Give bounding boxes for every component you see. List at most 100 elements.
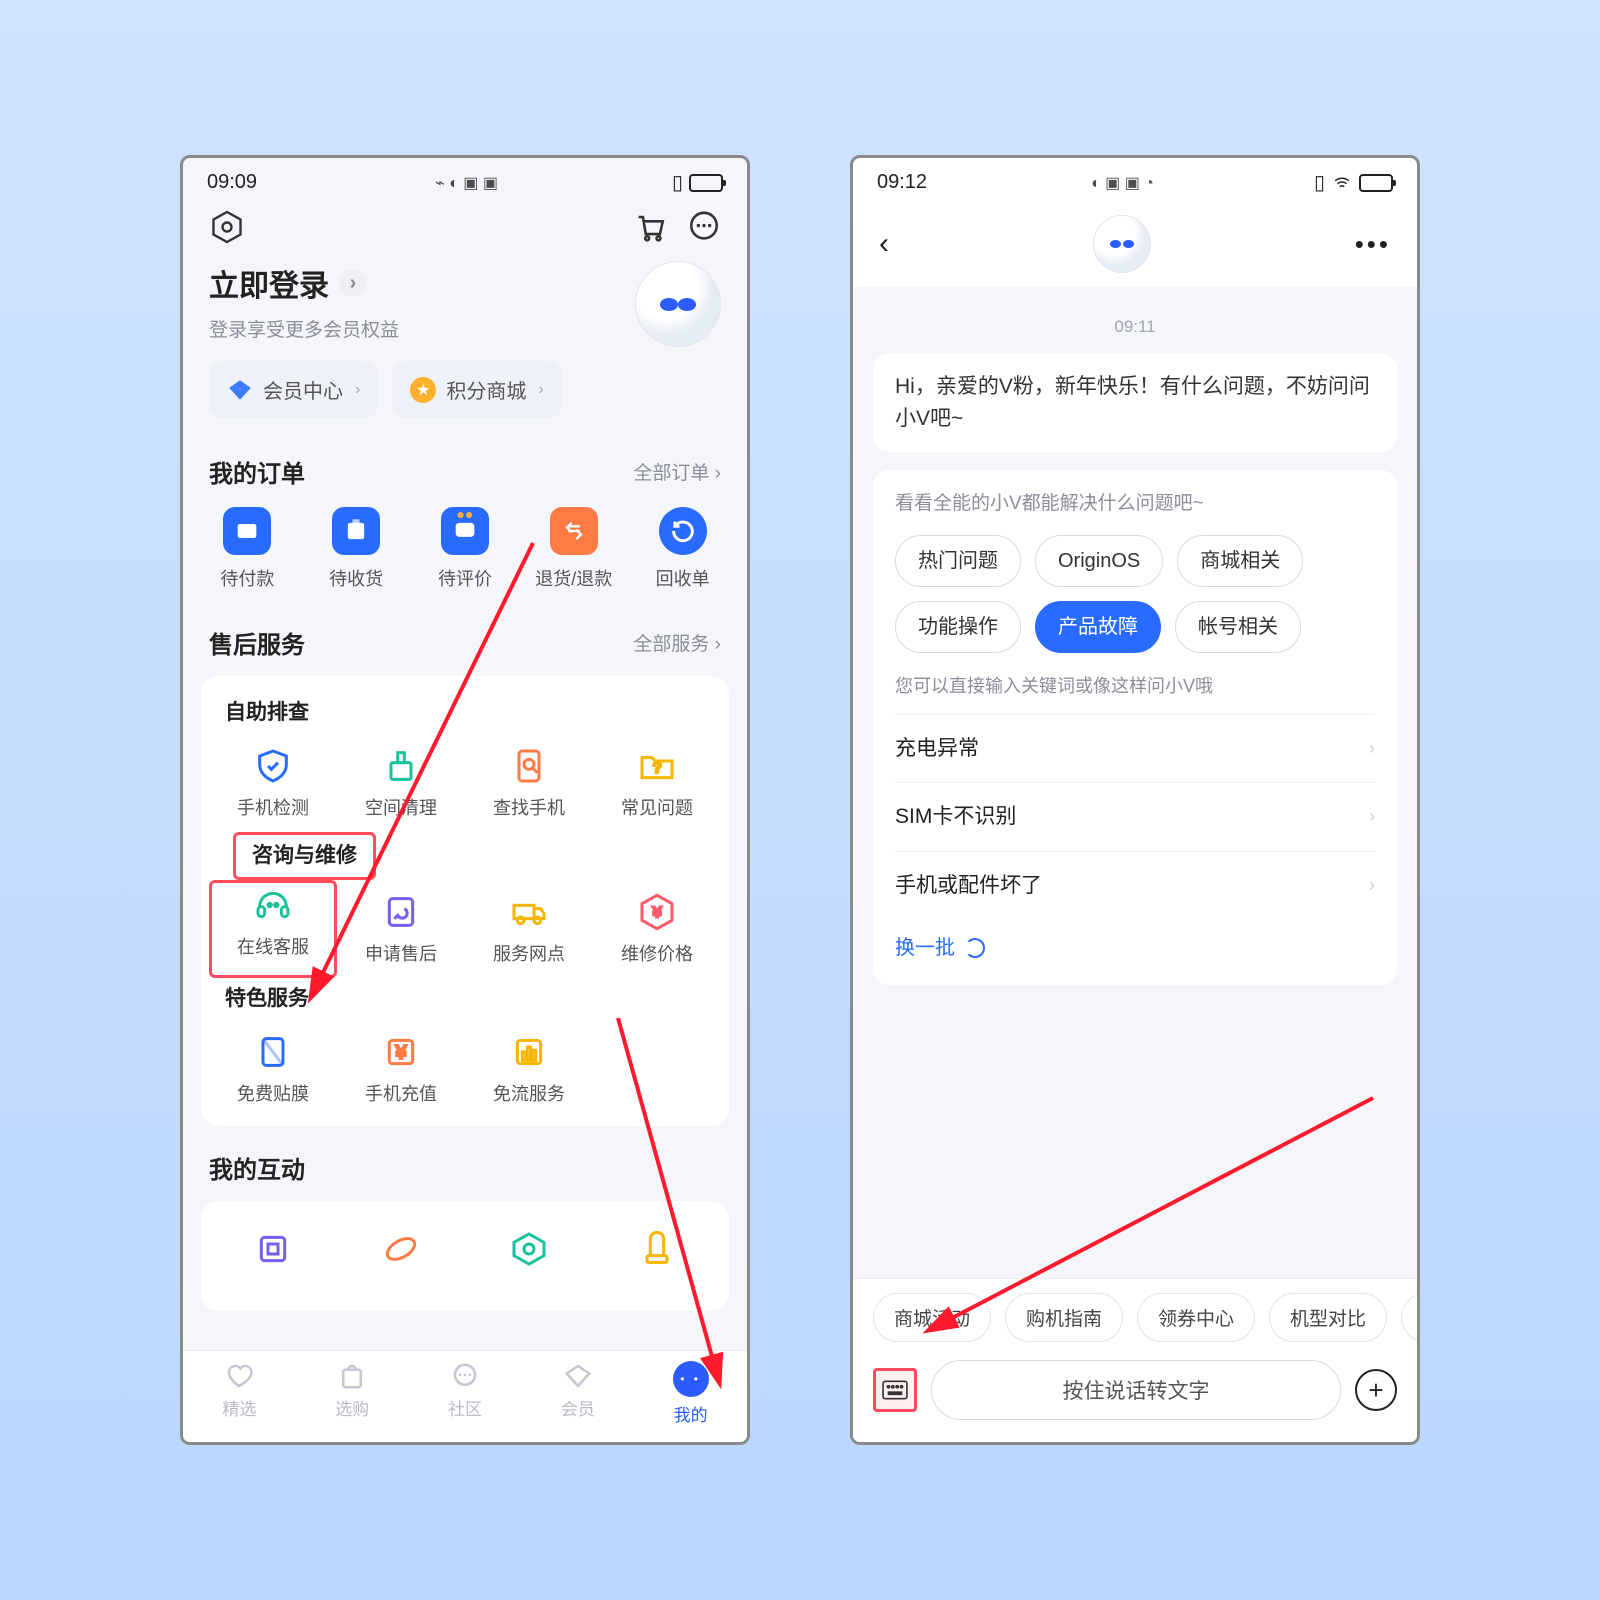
heart-icon (224, 1361, 254, 1391)
interact-card (201, 1201, 729, 1311)
q-sim[interactable]: SIM卡不识别› (895, 782, 1375, 851)
card-head: 看看全能的小V都能解决什么问题吧~ (895, 490, 1375, 519)
login-button[interactable]: 立即登录 › (209, 261, 399, 305)
chip-row: 热门问题 OriginOS 商城相关 功能操作 产品故障 帐号相关 (895, 535, 1375, 653)
chat-timestamp: 09:11 (873, 317, 1397, 337)
interact-3[interactable] (465, 1217, 593, 1281)
search-phone-icon (509, 746, 549, 786)
voice-input-button[interactable]: 按住说话转文字 (931, 1360, 1341, 1420)
chip-originos[interactable]: OriginOS (1035, 535, 1163, 587)
interact-2[interactable] (337, 1217, 465, 1281)
chip-account[interactable]: 帐号相关 (1175, 601, 1301, 653)
tab-community[interactable]: 社区 (409, 1361, 522, 1426)
interact-4[interactable] (593, 1217, 721, 1281)
more-button[interactable]: ••• (1355, 229, 1391, 260)
greeting-bubble: Hi，亲爱的V粉，新年快乐！有什么问题，不妨问问小V吧~ (873, 353, 1397, 452)
order-recycle[interactable]: 回收单 (628, 507, 737, 591)
phone-profile: 09:09 ⌁ ◐ ▣ ▣ ▯ 立即登录 › 登录享受更多会员权益 会员 (180, 155, 750, 1445)
headset-icon (253, 885, 293, 925)
diamond-icon (563, 1361, 593, 1391)
svc-recharge[interactable]: ¥手机充值 (337, 1020, 465, 1118)
bot-avatar[interactable] (1093, 215, 1151, 273)
sugg-guide[interactable]: 购机指南 (1005, 1293, 1123, 1342)
cart-icon[interactable] (633, 210, 667, 244)
svg-text:¥: ¥ (652, 904, 662, 921)
chip-fault[interactable]: 产品故障 (1035, 601, 1161, 653)
all-services-link[interactable]: 全部服务 › (633, 629, 721, 656)
chip-mall[interactable]: 商城相关 (1177, 535, 1303, 587)
orders-header: 我的订单 全部订单 › (183, 436, 747, 499)
phone-chat: 09:12 ◐ ▣ ▣ ◔ ▯ ‹ ••• 09:11 Hi，亲爱的V粉，新年快… (850, 155, 1420, 1445)
order-pending-receive[interactable]: 待收货 (302, 507, 411, 591)
sugg-coupon[interactable]: 领券中心 (1137, 1293, 1255, 1342)
wrench-icon (381, 892, 421, 932)
keyboard-icon (882, 1380, 908, 1400)
status-icons: ◐ ▣ ▣ ◔ (1087, 171, 1154, 194)
status-bar: 09:09 ⌁ ◐ ▣ ▣ ▯ (183, 158, 747, 199)
status-right: ▯ (672, 170, 723, 195)
q-broken[interactable]: 手机或配件坏了› (895, 851, 1375, 920)
status-time: 09:09 (207, 171, 257, 194)
svc-apply-aftersale[interactable]: 申请售后 (337, 880, 465, 978)
tab-mine[interactable]: • •我的 (634, 1361, 747, 1426)
status-icons-left: ⌁ ◐ ▣ ▣ (431, 171, 498, 194)
sugg-more[interactable]: 以 (1401, 1293, 1417, 1342)
sugg-mall[interactable]: 商城活动 (873, 1293, 991, 1342)
keyboard-toggle[interactable] (873, 1368, 917, 1412)
chip-hot[interactable]: 热门问题 (895, 535, 1021, 587)
chip-function[interactable]: 功能操作 (895, 601, 1021, 653)
shield-icon (253, 746, 293, 786)
avatar[interactable] (635, 261, 721, 347)
status-time: 09:12 (877, 171, 927, 194)
quick-links: 会员中心› ★ 积分商城› (183, 361, 747, 436)
film-icon (253, 1032, 293, 1072)
member-center-button[interactable]: 会员中心› (209, 361, 378, 418)
wifi-icon (1331, 174, 1353, 192)
refresh-button[interactable]: 换一批 (895, 919, 1375, 963)
broom-icon (381, 746, 421, 786)
settings-icon[interactable] (209, 209, 245, 245)
svc-phone-check[interactable]: 手机检测 (209, 734, 337, 832)
consult-repair-title: 咨询与维修 (233, 832, 376, 880)
svg-text:?: ? (653, 760, 661, 777)
svg-text:¥: ¥ (395, 1042, 407, 1063)
svc-repair-price[interactable]: ¥维修价格 (593, 880, 721, 978)
tab-bar: 精选 选购 社区 会员 • •我的 (183, 1350, 747, 1442)
chat-header: ‹ ••• (853, 199, 1417, 289)
svc-free-data[interactable]: 免流服务 (465, 1020, 593, 1118)
tab-member[interactable]: 会员 (521, 1361, 634, 1426)
chevron-right-icon: › (339, 269, 367, 297)
svc-online-service[interactable]: 在线客服 (209, 880, 337, 978)
chat-body[interactable]: 09:11 Hi，亲爱的V粉，新年快乐！有什么问题，不妨问问小V吧~ 看看全能的… (853, 287, 1417, 1445)
service-card: 自助排查 手机检测 空间清理 查找手机 ?常见问题 咨询与维修 在线客服 申请售… (201, 676, 729, 1126)
order-pending-pay[interactable]: 待付款 (193, 507, 302, 591)
diamond-icon (227, 377, 253, 403)
truck-icon (509, 892, 549, 932)
card-hint: 您可以直接输入关键词或像这样问小V哦 (895, 673, 1375, 700)
points-mall-button[interactable]: ★ 积分商城› (392, 361, 561, 418)
order-pending-review[interactable]: ●●待评价 (411, 507, 520, 591)
svc-clean[interactable]: 空间清理 (337, 734, 465, 832)
sugg-compare[interactable]: 机型对比 (1269, 1293, 1387, 1342)
yen-icon: ¥ (381, 1032, 421, 1072)
svc-service-point[interactable]: 服务网点 (465, 880, 593, 978)
back-button[interactable]: ‹ (879, 227, 889, 261)
sim-icon: ▯ (1314, 170, 1325, 195)
message-icon[interactable] (687, 210, 721, 244)
add-button[interactable]: + (1355, 1369, 1397, 1411)
svc-faq[interactable]: ?常见问题 (593, 734, 721, 832)
all-orders-link[interactable]: 全部订单 › (633, 458, 721, 485)
order-refund[interactable]: 退货/退款 (519, 507, 628, 591)
status-bar: 09:12 ◐ ▣ ▣ ◔ ▯ (853, 158, 1417, 199)
tab-featured[interactable]: 精选 (183, 1361, 296, 1426)
chat-icon (450, 1361, 480, 1391)
battery-icon (1359, 174, 1393, 192)
svc-free-film[interactable]: 免费贴膜 (209, 1020, 337, 1118)
q-charge[interactable]: 充电异常› (895, 714, 1375, 783)
status-right: ▯ (1314, 170, 1393, 195)
login-block: 立即登录 › 登录享受更多会员权益 (183, 255, 747, 361)
interact-header: 我的互动 (183, 1132, 747, 1195)
svc-find-phone[interactable]: 查找手机 (465, 734, 593, 832)
tab-shop[interactable]: 选购 (296, 1361, 409, 1426)
interact-1[interactable] (209, 1217, 337, 1281)
